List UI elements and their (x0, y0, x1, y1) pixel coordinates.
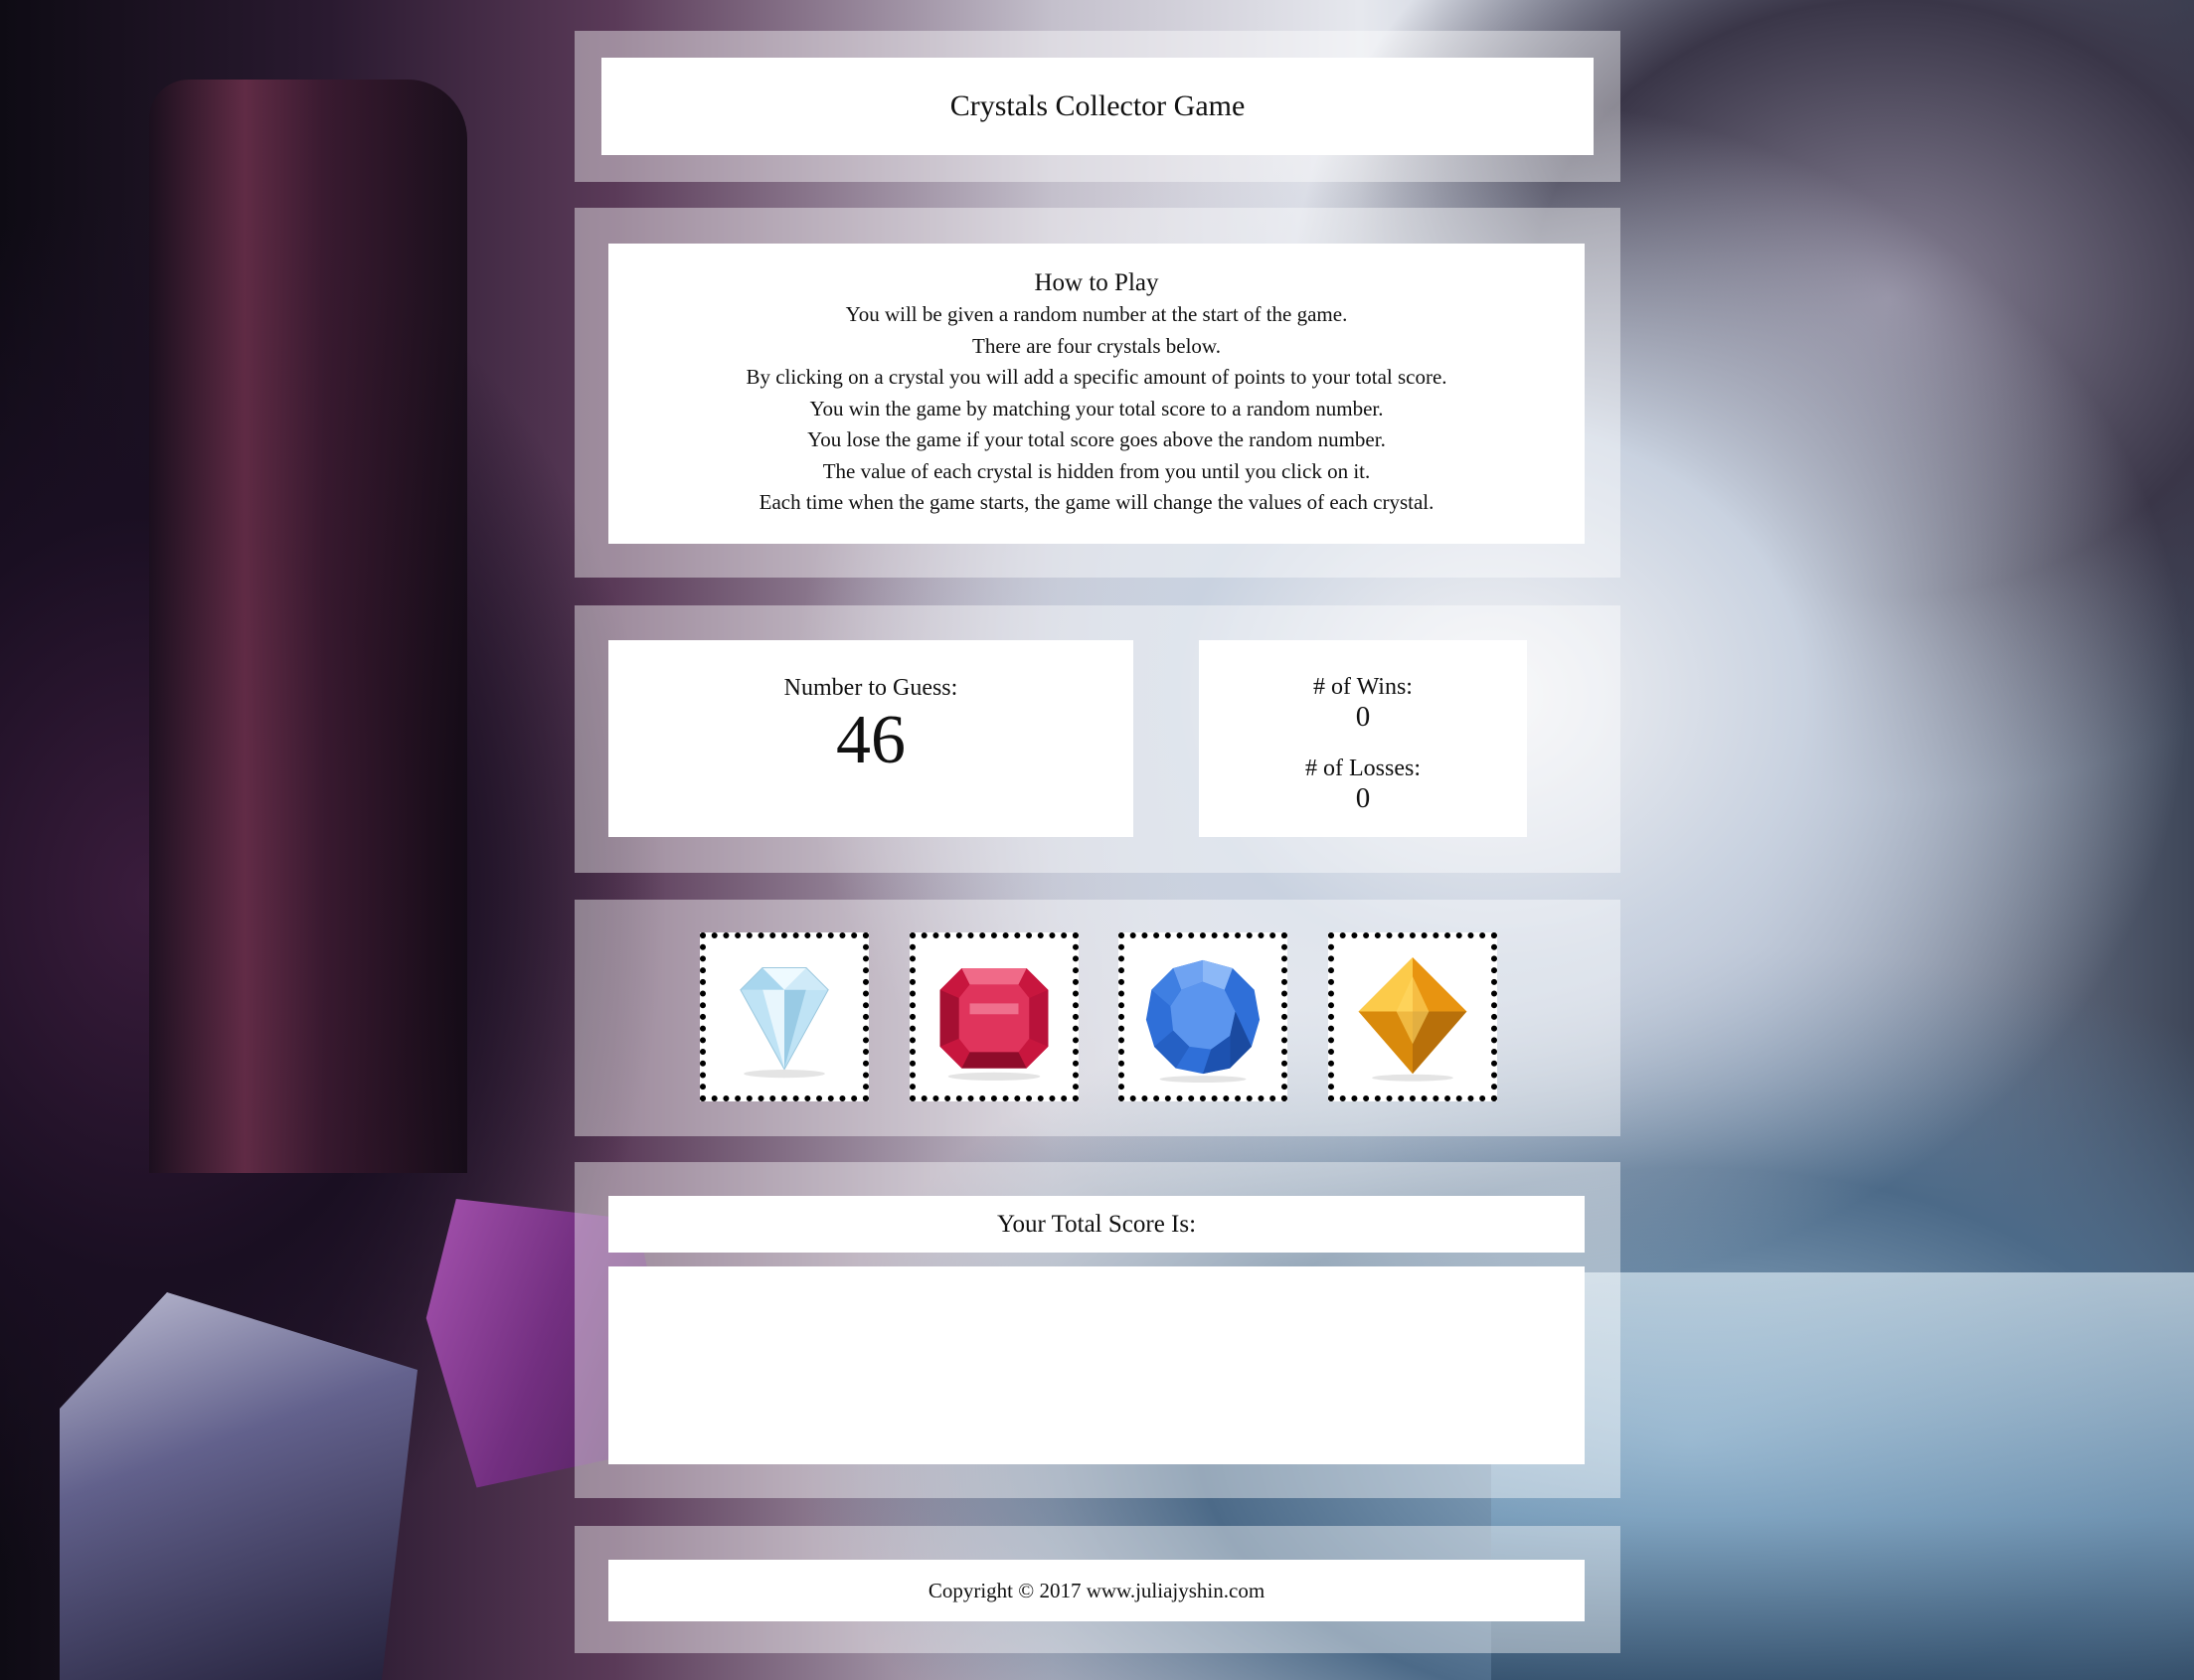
record-box: # of Wins: 0 # of Losses: 0 (1199, 640, 1527, 837)
score-label-box: Your Total Score Is: (608, 1196, 1585, 1253)
stats-panel: Number to Guess: 46 # of Wins: 0 # of Lo… (575, 605, 1620, 873)
footer-panel: Copyright © 2017 www.juliajyshin.com (575, 1526, 1620, 1653)
losses-label: # of Losses: (1305, 756, 1421, 781)
number-to-guess-value: 46 (836, 702, 906, 778)
crystal-diamond-button[interactable] (700, 932, 869, 1101)
footer-box: Copyright © 2017 www.juliajyshin.com (608, 1560, 1585, 1621)
blue-sapphire-icon (1145, 959, 1261, 1083)
copyright-text: Copyright © 2017 www.juliajyshin.com (928, 1578, 1266, 1602)
total-score-label: Your Total Score Is: (996, 1210, 1197, 1238)
wins-block: # of Wins: 0 (1199, 673, 1527, 733)
instruction-line: You will be given a random number at the… (845, 302, 1348, 326)
title-panel: Crystals Collector Game (575, 31, 1620, 182)
crystals-panel (575, 900, 1620, 1136)
number-to-guess-box: Number to Guess: 46 (608, 640, 1133, 837)
instructions-heading: How to Play (1034, 269, 1159, 296)
crystal-ruby-button[interactable] (910, 932, 1079, 1101)
background-cave-pillar (149, 80, 467, 1173)
instruction-line: There are four crystals below. (972, 333, 1221, 358)
instructions-panel: How to Play You will be given a random n… (575, 208, 1620, 578)
wins-label: # of Wins: (1313, 674, 1413, 700)
red-ruby-icon (939, 968, 1049, 1081)
wins-value: 0 (1355, 701, 1371, 733)
score-panel: Your Total Score Is: (575, 1162, 1620, 1498)
page-title: Crystals Collector Game (949, 89, 1246, 122)
crystal-topaz-button[interactable] (1328, 932, 1497, 1101)
instruction-line: By clicking on a crystal you will add a … (746, 365, 1447, 389)
crystal-sapphire-button[interactable] (1118, 932, 1287, 1101)
background-rock (60, 1292, 418, 1680)
instruction-line: You lose the game if your total score go… (807, 427, 1386, 451)
yellow-topaz-icon (1358, 957, 1467, 1082)
instruction-line: Each time when the game starts, the game… (759, 490, 1435, 514)
total-score-value (608, 1266, 1585, 1464)
number-to-guess-label: Number to Guess: (783, 675, 958, 701)
losses-block: # of Losses: 0 (1199, 755, 1527, 814)
white-diamond-icon (740, 967, 829, 1079)
instructions-box: How to Play You will be given a random n… (608, 244, 1585, 544)
title-box: Crystals Collector Game (601, 58, 1594, 155)
instruction-line: You win the game by matching your total … (809, 396, 1384, 420)
losses-value: 0 (1355, 782, 1371, 814)
instruction-line: The value of each crystal is hidden from… (822, 458, 1371, 483)
instructions-list: You will be given a random number at the… (608, 299, 1585, 519)
